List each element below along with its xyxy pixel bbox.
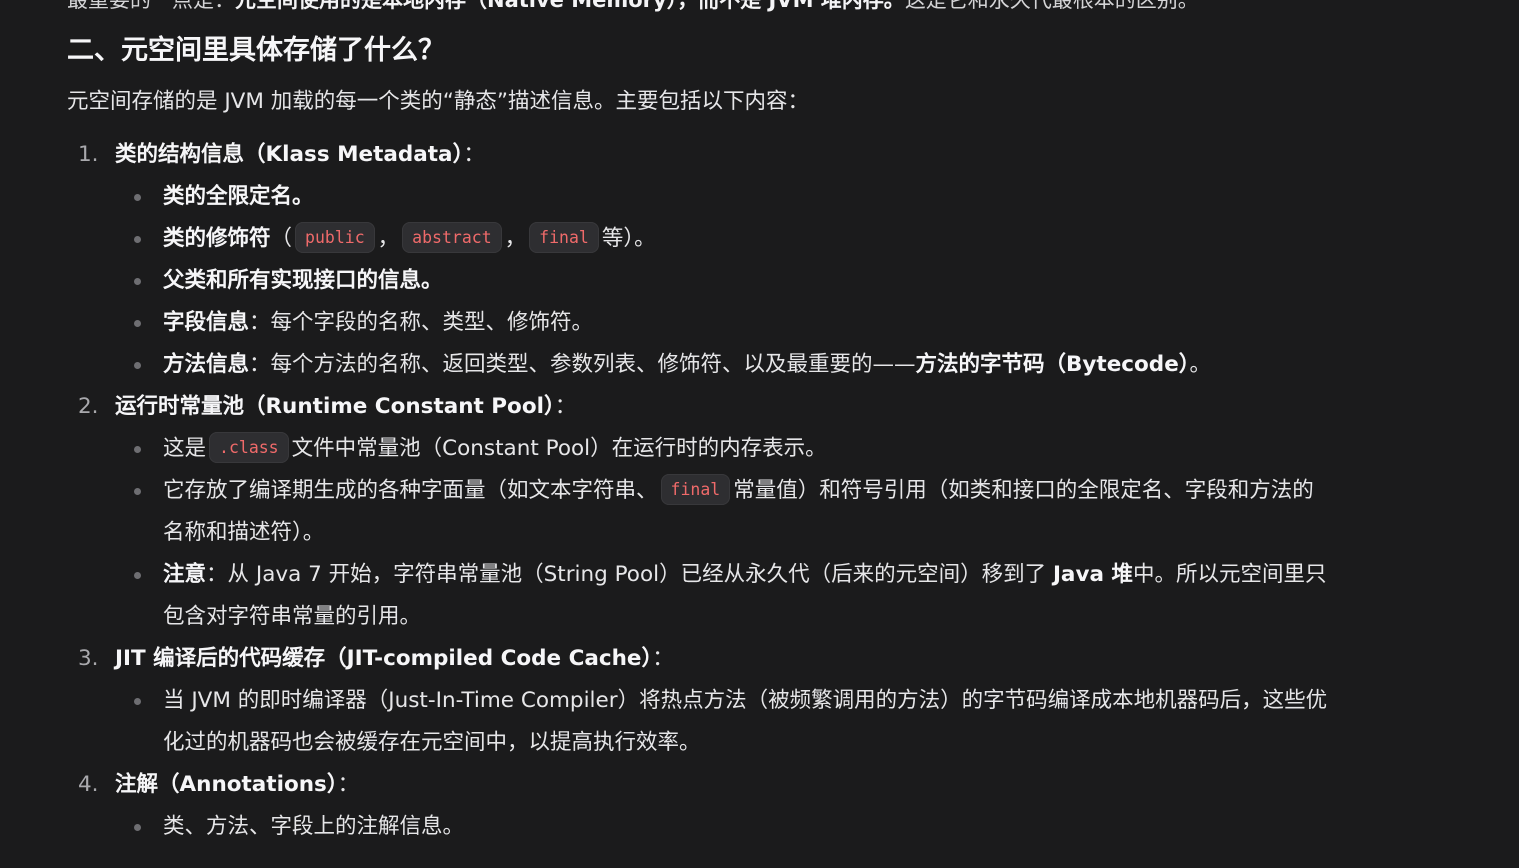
list-item: 当 JVM 的即时编译器（Just-In-Time Compiler）将热点方法… xyxy=(163,688,1328,713)
bold-text: 类的修饰符 xyxy=(163,226,271,251)
intro-paragraph: 元空间存储的是 JVM 加载的每一个类的“静态”描述信息。主要包括以下内容： xyxy=(67,89,810,114)
list-number: 4. xyxy=(78,772,99,797)
list-item: 它存放了编译期生成的各种字面量（如文本字符串、 final 常量值）和符号引用（如类… xyxy=(163,471,1314,512)
bullet-icon xyxy=(134,698,141,705)
list-item: 注意：从 Java 7 开始，字符串常量池（String Pool）已经从永久代… xyxy=(163,555,1326,595)
item-title: 注解（Annotations） xyxy=(115,772,338,797)
item-colon: ： xyxy=(652,646,674,671)
section-heading: 二、元空间里具体存储了什么？ xyxy=(67,35,445,66)
item-title: JIT 编译后的代码缓存（JIT-compiled Code Cache） xyxy=(115,646,653,671)
list-item: 字段信息：每个字段的名称、类型、修饰符。 xyxy=(163,303,593,343)
paren-open: （ xyxy=(270,226,293,251)
bold-text: Java 堆 xyxy=(1052,562,1133,587)
list-number: 2. xyxy=(78,394,99,419)
list-item: 父类和所有实现接口的信息。 xyxy=(163,261,443,301)
list-item: 方法信息：每个方法的名称、返回类型、参数列表、修饰符、以及最重要的——方法的字节… xyxy=(163,345,1211,385)
bold-text: 方法信息 xyxy=(163,352,250,377)
list-number: 1. xyxy=(78,142,99,167)
list-item: 类、方法、字段上的注解信息。 xyxy=(163,814,465,839)
bullet-icon xyxy=(134,572,141,579)
body-text: ：从 Java 7 开始，字符串常量池（String Pool）已经从永久代（后… xyxy=(206,562,1053,587)
item-colon: ： xyxy=(337,772,360,797)
code-final: final xyxy=(660,474,731,505)
list-item-title: JIT 编译后的代码缓存（JIT-compiled Code Cache）： xyxy=(115,639,674,679)
bullet-icon xyxy=(134,488,141,495)
list-item-title: 运行时常量池（Runtime Constant Pool）： xyxy=(115,387,576,427)
bullet-icon xyxy=(134,236,141,243)
code-class: .class xyxy=(209,432,289,463)
list-number: 3. xyxy=(78,646,99,671)
bullet-icon xyxy=(134,824,141,831)
list-item-title: 类的结构信息（Klass Metadata）： xyxy=(115,135,485,175)
list-item-continuation: 包含对字符串常量的引用。 xyxy=(163,604,422,629)
bold-text: 字段信息 xyxy=(163,310,250,335)
bold-text: 父类和所有实现接口的信息。 xyxy=(163,268,443,293)
body-text: 这是 xyxy=(163,436,207,461)
code-abstract: abstract xyxy=(402,222,502,253)
item-title: 类的结构信息（Klass Metadata） xyxy=(115,142,464,167)
list-item: 这是 .class 文件中常量池（Constant Pool）在运行时的内存表示。 xyxy=(163,429,827,470)
bold-text: 类的全限定名。 xyxy=(163,184,314,209)
list-item-title: 注解（Annotations）： xyxy=(115,765,359,805)
bold-text: 注意 xyxy=(163,562,207,587)
list-item: 类的修饰符（ public， abstract， final 等）。 xyxy=(163,219,656,260)
body-text: 它存放了编译期生成的各种字面量（如文本字符串、 xyxy=(163,478,658,503)
body-text: 常量值）和符号引用（如类和接口的全限定名、字段和方法的 xyxy=(733,478,1314,503)
tail-text: 。 xyxy=(1189,352,1212,377)
list-item-continuation: 名称和描述符）。 xyxy=(163,520,325,545)
list-item: 类的全限定名。 xyxy=(163,177,314,217)
bullet-icon xyxy=(134,362,141,369)
bullet-icon xyxy=(134,194,141,201)
bullet-icon xyxy=(134,320,141,327)
clipped-text-tail: 这是它和永久代最根本的区别。 xyxy=(904,0,1199,12)
clipped-text: 最重要的一点是： xyxy=(67,0,235,12)
body-text: ：每个方法的名称、返回类型、参数列表、修饰符、以及最重要的—— xyxy=(249,352,916,377)
bold-text: 方法的字节码（Bytecode） xyxy=(915,352,1190,377)
code-public: public xyxy=(295,222,375,253)
separator: ， xyxy=(504,226,527,251)
bullet-icon xyxy=(134,278,141,285)
separator: ， xyxy=(377,226,400,251)
body-text: 文件中常量池（Constant Pool）在运行时的内存表示。 xyxy=(291,436,827,461)
tail-text: 等）。 xyxy=(601,226,656,251)
body-text: ：每个字段的名称、类型、修饰符。 xyxy=(249,310,594,335)
clipped-bold-text: 元空间使用的是本地内存（Native Memory），而不是 JVM 堆内存。 xyxy=(235,0,905,12)
list-item-continuation: 化过的机器码也会被缓存在元空间中，以提高执行效率。 xyxy=(163,730,701,755)
bullet-icon xyxy=(134,446,141,453)
previous-paragraph-clipped: 最重要的一点是：元空间使用的是本地内存（Native Memory），而不是 J… xyxy=(67,0,1199,13)
item-title: 运行时常量池（Runtime Constant Pool） xyxy=(115,394,555,419)
item-colon: ： xyxy=(554,394,577,419)
tail-text: 中。所以元空间里只 xyxy=(1132,562,1327,587)
code-final: final xyxy=(529,222,599,253)
item-colon: ： xyxy=(463,142,485,167)
